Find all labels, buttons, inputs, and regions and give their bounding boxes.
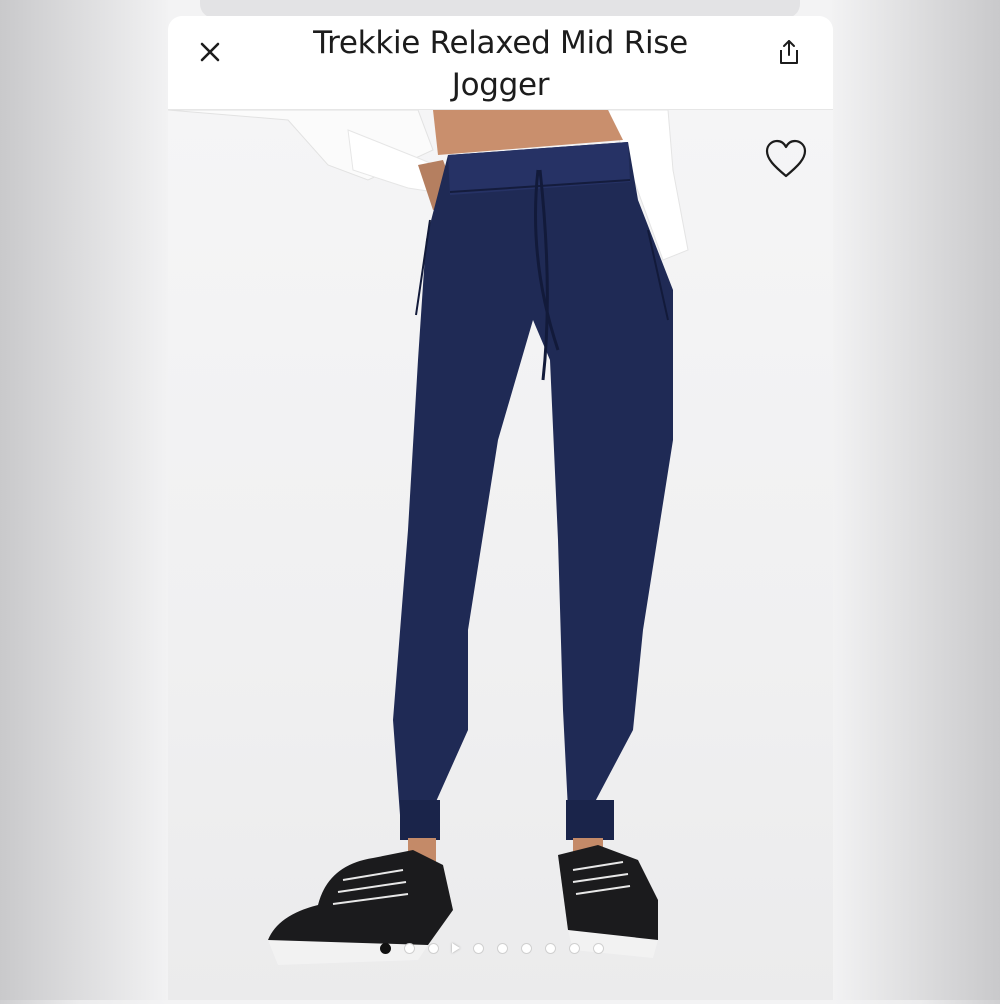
heart-outline-icon xyxy=(765,139,807,178)
title-bar: Trekkie Relaxed Mid Rise Jogger xyxy=(168,16,833,110)
background-right-edge xyxy=(832,0,1000,1000)
background-left-edge xyxy=(0,0,168,1000)
share-button[interactable] xyxy=(769,32,809,72)
close-icon xyxy=(200,42,220,62)
title-line-1: Trekkie Relaxed Mid Rise xyxy=(313,25,688,61)
carousel-dot-1[interactable] xyxy=(380,942,391,954)
share-icon xyxy=(780,40,798,64)
carousel-dot-3[interactable] xyxy=(428,942,439,954)
video-play-icon[interactable] xyxy=(452,943,460,953)
favorite-button[interactable] xyxy=(762,136,810,182)
carousel-dot-6[interactable] xyxy=(521,942,532,954)
carousel-dot-4[interactable] xyxy=(473,942,484,954)
carousel-dot-8[interactable] xyxy=(569,942,580,954)
product-photo[interactable] xyxy=(167,109,833,1000)
carousel-dot-2[interactable] xyxy=(404,942,415,954)
carousel-dot-7[interactable] xyxy=(545,942,556,954)
product-image-jogger xyxy=(167,109,689,965)
title-line-2: Jogger xyxy=(451,67,550,103)
close-button[interactable] xyxy=(190,32,230,72)
page-title: Trekkie Relaxed Mid Rise Jogger xyxy=(258,22,743,106)
carousel-indicator xyxy=(380,940,604,956)
carousel-dot-5[interactable] xyxy=(497,942,508,954)
carousel-dot-9[interactable] xyxy=(593,942,604,954)
